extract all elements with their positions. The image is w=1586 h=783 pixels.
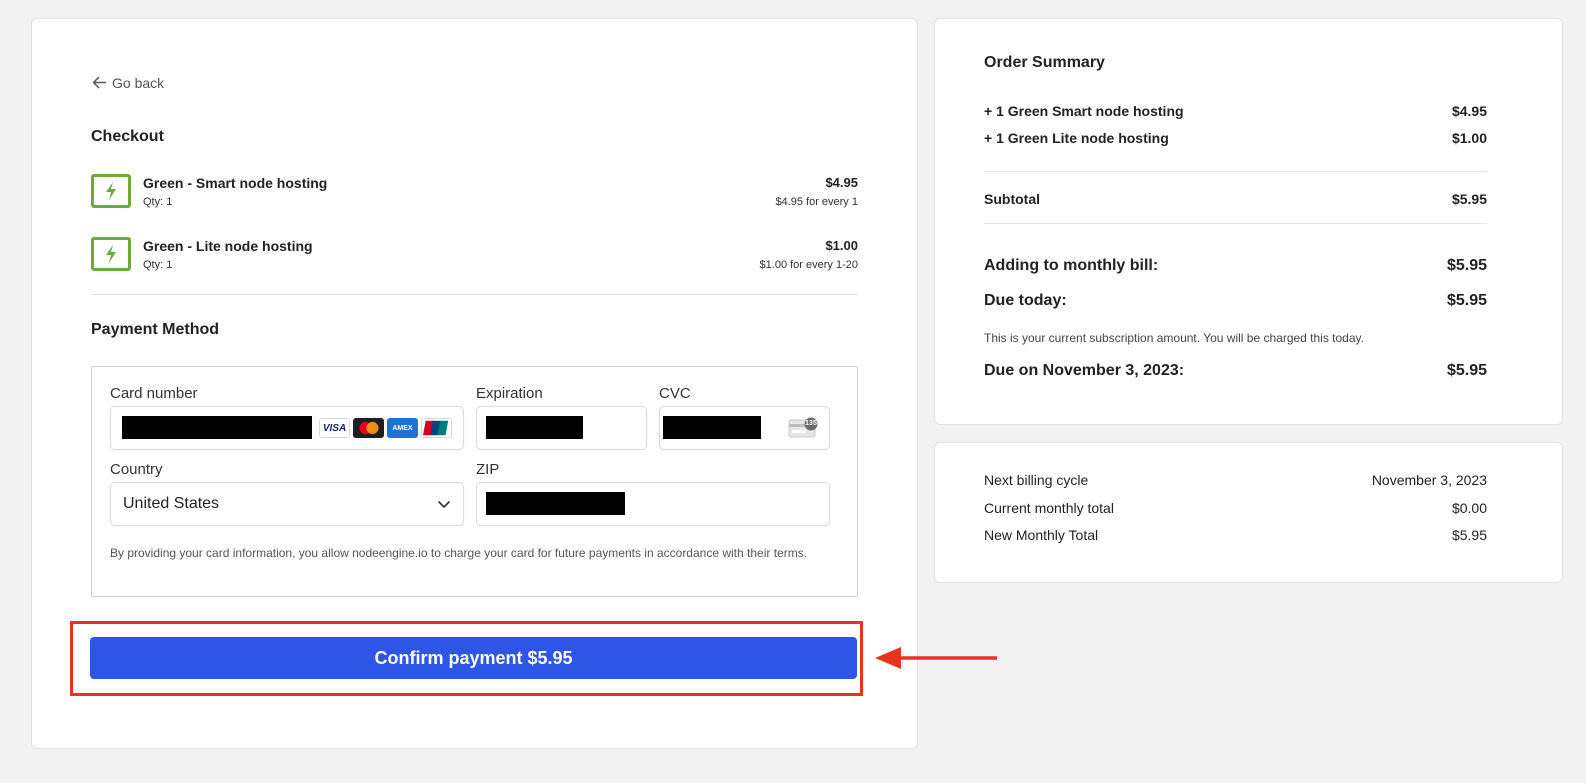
billing-cycle-card: Next billing cycle November 3, 2023 Curr… [934, 442, 1563, 583]
billing-row-label: New Monthly Total [984, 527, 1099, 543]
item-name: Green - Lite node hosting [143, 238, 313, 254]
go-back-link[interactable]: Go back [91, 74, 164, 91]
summary-item: + 1 Green Lite node hosting $1.00 [984, 130, 1487, 146]
cvc-card-icon: 135 [788, 417, 819, 439]
country-select[interactable]: United States [110, 482, 464, 526]
line-item: Green - Smart node hosting Qty: 1 $4.95 … [91, 174, 858, 214]
item-rate: $1.00 for every 1-20 [759, 259, 858, 271]
divider [91, 294, 858, 295]
subtotal-label: Subtotal [984, 191, 1040, 207]
summary-item-amount: $4.95 [1451, 103, 1487, 119]
terms-text: By providing your card information, you … [110, 546, 808, 560]
subtotal-row: Subtotal $5.95 [984, 191, 1487, 207]
monthly-bill-row: Adding to monthly bill: $5.95 [984, 257, 1487, 275]
go-back-label: Go back [112, 74, 165, 91]
redacted-card-number [122, 416, 312, 439]
item-name: Green - Smart node hosting [143, 175, 328, 191]
bolt-icon [91, 237, 131, 271]
monthly-bill-label: Adding to monthly bill: [984, 257, 1159, 274]
summary-item-label: + 1 Green Smart node hosting [984, 103, 1184, 119]
due-on-label: Due on November 3, 2023: [984, 362, 1185, 379]
billing-row: Current monthly total $0.00 [984, 500, 1487, 516]
amex-icon: AMEX [387, 418, 418, 438]
arrow-left-icon [92, 76, 107, 89]
summary-item-amount: $1.00 [1451, 130, 1487, 146]
order-summary-title: Order Summary [984, 54, 1105, 71]
item-rate: $4.95 for every 1 [775, 196, 858, 208]
billing-row: New Monthly Total $5.95 [984, 527, 1487, 543]
billing-row-value: $0.00 [1451, 500, 1487, 516]
item-qty: Qty: 1 [143, 259, 173, 271]
visa-icon: VISA [319, 418, 350, 438]
expiration-field[interactable] [476, 406, 647, 450]
divider [984, 171, 1487, 172]
billing-row-value: $5.95 [1451, 527, 1487, 543]
item-qty: Qty: 1 [143, 196, 173, 208]
checkout-title: Checkout [91, 128, 164, 145]
order-summary-card: Order Summary + 1 Green Smart node hosti… [934, 18, 1563, 425]
billing-row-value: November 3, 2023 [1371, 472, 1487, 488]
redacted-expiration [486, 416, 583, 439]
payment-form: Card number VISA AMEX Expiration CVC 135… [91, 366, 858, 597]
billing-row-label: Current monthly total [984, 500, 1114, 516]
annotation-arrow-icon [875, 647, 997, 669]
summary-item-label: + 1 Green Lite node hosting [984, 130, 1169, 146]
divider [984, 223, 1487, 224]
mastercard-icon [353, 418, 384, 438]
unionpay-icon [421, 418, 452, 438]
cvc-label: CVC [659, 385, 691, 402]
zip-field[interactable] [476, 482, 830, 526]
subtotal-amount: $5.95 [1451, 191, 1487, 207]
redacted-cvc [663, 416, 761, 439]
bolt-icon [91, 174, 131, 208]
billing-row: Next billing cycle November 3, 2023 [984, 472, 1487, 488]
due-on-amount: $5.95 [1446, 362, 1487, 379]
country-value: United States [123, 495, 220, 512]
cvc-field[interactable]: 135 [659, 406, 830, 450]
expiration-label: Expiration [476, 385, 543, 402]
billing-row-label: Next billing cycle [984, 472, 1089, 488]
due-today-label: Due today: [984, 292, 1067, 309]
confirm-payment-button[interactable]: Confirm payment $5.95 [90, 637, 857, 679]
monthly-bill-amount: $5.95 [1446, 257, 1487, 274]
card-number-field[interactable]: VISA AMEX [110, 406, 464, 450]
line-item: Green - Lite node hosting Qty: 1 $1.00 $… [91, 237, 858, 277]
summary-item: + 1 Green Smart node hosting $4.95 [984, 103, 1487, 119]
redacted-zip [486, 492, 625, 515]
item-price: $4.95 [825, 175, 858, 190]
card-number-label: Card number [110, 385, 198, 402]
cvc-badge-text: 135 [805, 420, 817, 427]
chevron-down-icon [438, 501, 450, 508]
due-today-amount: $5.95 [1446, 292, 1487, 309]
charge-note: This is your current subscription amount… [984, 331, 1364, 345]
due-today-row: Due today: $5.95 [984, 292, 1487, 310]
country-label: Country [110, 461, 163, 478]
zip-label: ZIP [476, 461, 500, 478]
due-on-row: Due on November 3, 2023: $5.95 [984, 362, 1487, 380]
payment-method-title: Payment Method [91, 321, 220, 338]
item-price: $1.00 [825, 238, 858, 253]
